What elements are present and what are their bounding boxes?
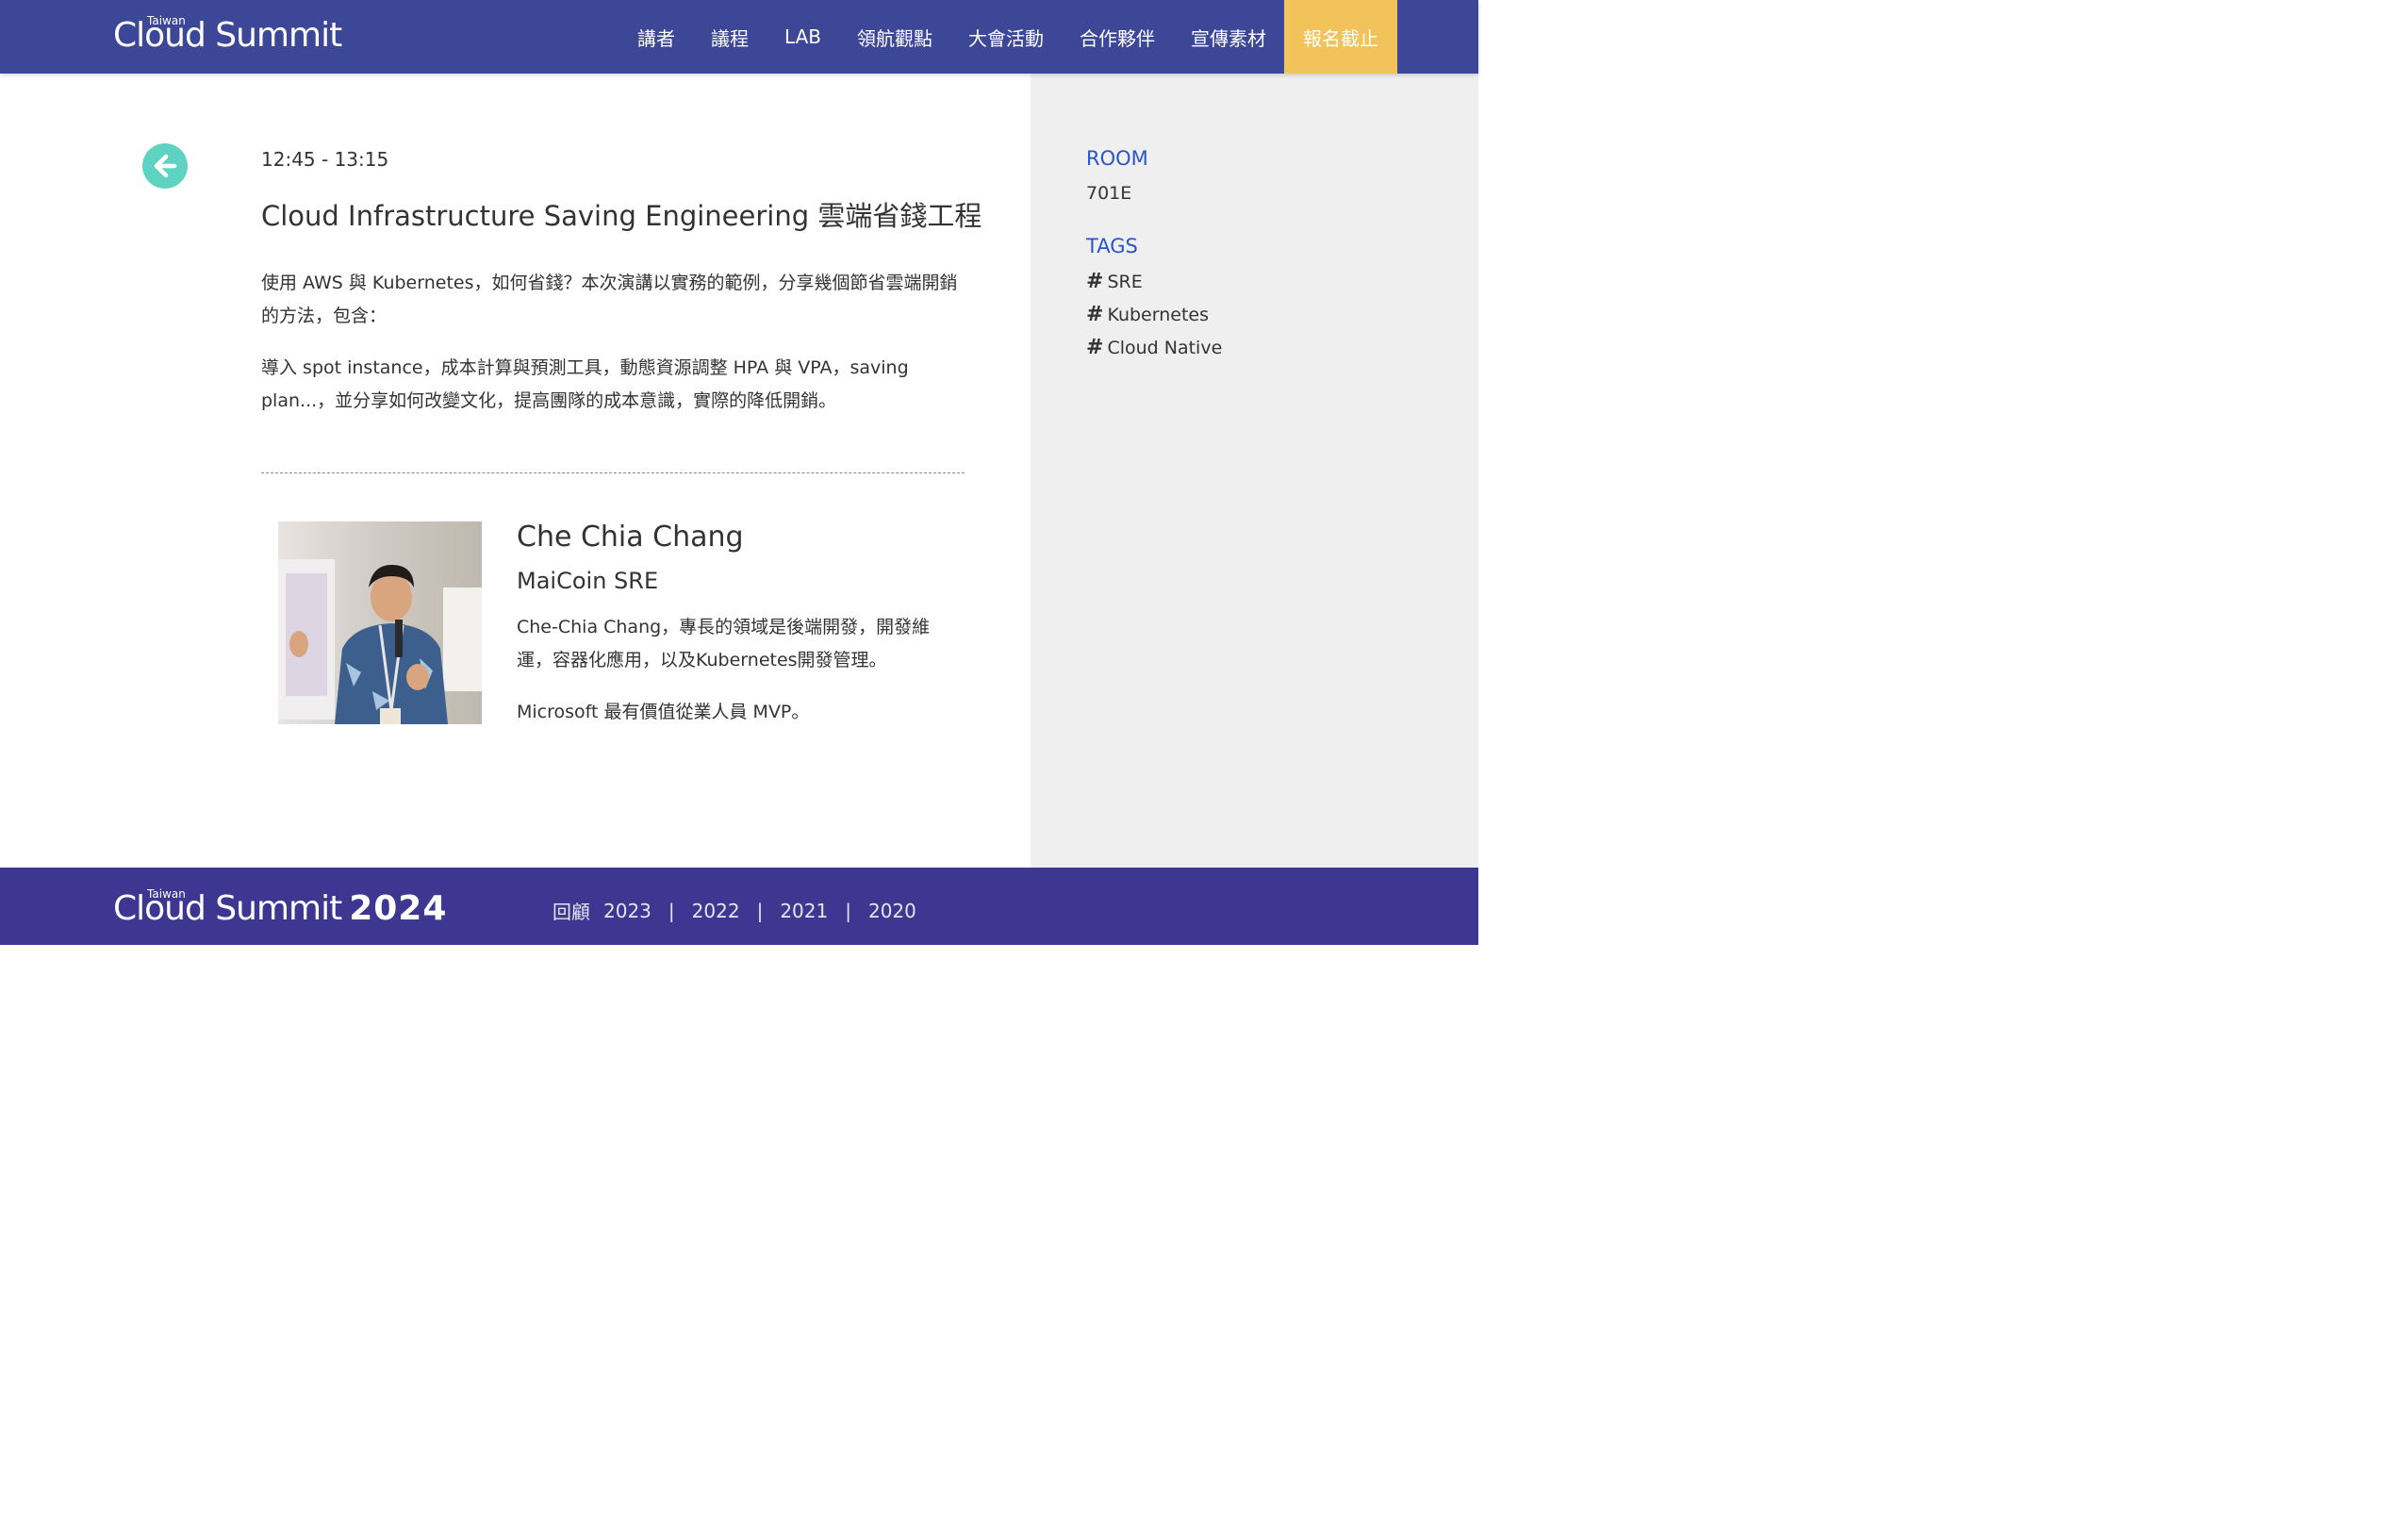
archive-link-2020[interactable]: 2020	[868, 900, 916, 922]
footer-logo-taiwan-text: Taiwan	[147, 887, 186, 901]
tag-cloud-native[interactable]: # Cloud Native	[1086, 336, 1222, 359]
session-title: Cloud Infrastructure Saving Engineering …	[261, 200, 982, 232]
tag-label: Kubernetes	[1107, 304, 1209, 325]
room-label: ROOM	[1086, 147, 1148, 170]
room-value: 701E	[1086, 183, 1132, 204]
archive-link-2022[interactable]: 2022	[692, 900, 740, 922]
arrow-left-icon	[154, 154, 177, 178]
main-nav: 講者 議程 LAB 領航觀點 大會活動 合作夥伴 宣傳素材 報名截止	[619, 0, 1397, 74]
archive-link-2023[interactable]: 2023	[603, 900, 651, 922]
nav-item-agenda[interactable]: 議程	[693, 0, 767, 74]
logo-taiwan-text: Taiwan	[147, 14, 186, 27]
tag-sre[interactable]: # SRE	[1086, 270, 1143, 293]
hash-icon: #	[1086, 270, 1104, 293]
nav-item-insights[interactable]: 領航觀點	[839, 0, 950, 74]
footer-logo-year: 2024	[349, 889, 448, 928]
tag-label: SRE	[1107, 271, 1143, 292]
tags-label: TAGS	[1086, 235, 1138, 257]
nav-item-lab[interactable]: LAB	[767, 0, 839, 74]
nav-item-partners[interactable]: 合作夥伴	[1062, 0, 1173, 74]
archive-label: 回顧	[553, 901, 590, 923]
nav-item-events[interactable]: 大會活動	[950, 0, 1062, 74]
archive-link-2021[interactable]: 2021	[780, 900, 828, 922]
archive-separator: |	[668, 899, 675, 922]
tag-kubernetes[interactable]: # Kubernetes	[1086, 303, 1209, 326]
speaker-bio: Microsoft 最有價值從業人員 MVP。	[517, 702, 810, 722]
section-divider	[261, 472, 965, 473]
back-button[interactable]	[142, 143, 188, 189]
speaker-name: Che Chia Chang	[517, 521, 744, 554]
speaker-bio: Che-Chia Chang，專長的領域是後端開發，開發維運，容器化應用，以及K…	[517, 617, 931, 670]
session-sidebar: ROOM 701E TAGS # SRE # Kubernetes # Clou…	[1031, 74, 1478, 868]
footer: Taiwan Cloud Summit 2024 回顧 2023 | 2022 |…	[0, 868, 1478, 945]
nav-item-speakers[interactable]: 講者	[619, 0, 693, 74]
site-logo[interactable]: Taiwan Cloud Summit	[113, 14, 342, 55]
footer-logo[interactable]: Taiwan Cloud Summit 2024	[113, 887, 448, 928]
speaker-photo	[278, 521, 482, 724]
session-description: 導入 spot instance，成本計算與預測工具，動態資源調整 HPA 與 …	[261, 357, 909, 411]
hash-icon: #	[1086, 336, 1104, 359]
archive-separator: |	[845, 899, 851, 922]
session-description: 使用 AWS 與 Kubernetes，如何省錢？本次演講以實務的範例，分享幾個…	[261, 273, 958, 326]
archive-separator: |	[756, 899, 764, 922]
archive-links: 回顧 2023 | 2022 | 2021 | 2020	[553, 897, 916, 924]
speaker-company: MaiCoin SRE	[517, 568, 659, 594]
top-navbar: Taiwan Cloud Summit 講者 議程 LAB 領航觀點 大會活動 …	[0, 0, 1478, 74]
session-time: 12:45 - 13:15	[261, 148, 389, 171]
registration-closed-button[interactable]: 報名截止	[1284, 0, 1397, 74]
tag-label: Cloud Native	[1107, 337, 1223, 358]
nav-item-materials[interactable]: 宣傳素材	[1173, 0, 1284, 74]
hash-icon: #	[1086, 303, 1104, 326]
